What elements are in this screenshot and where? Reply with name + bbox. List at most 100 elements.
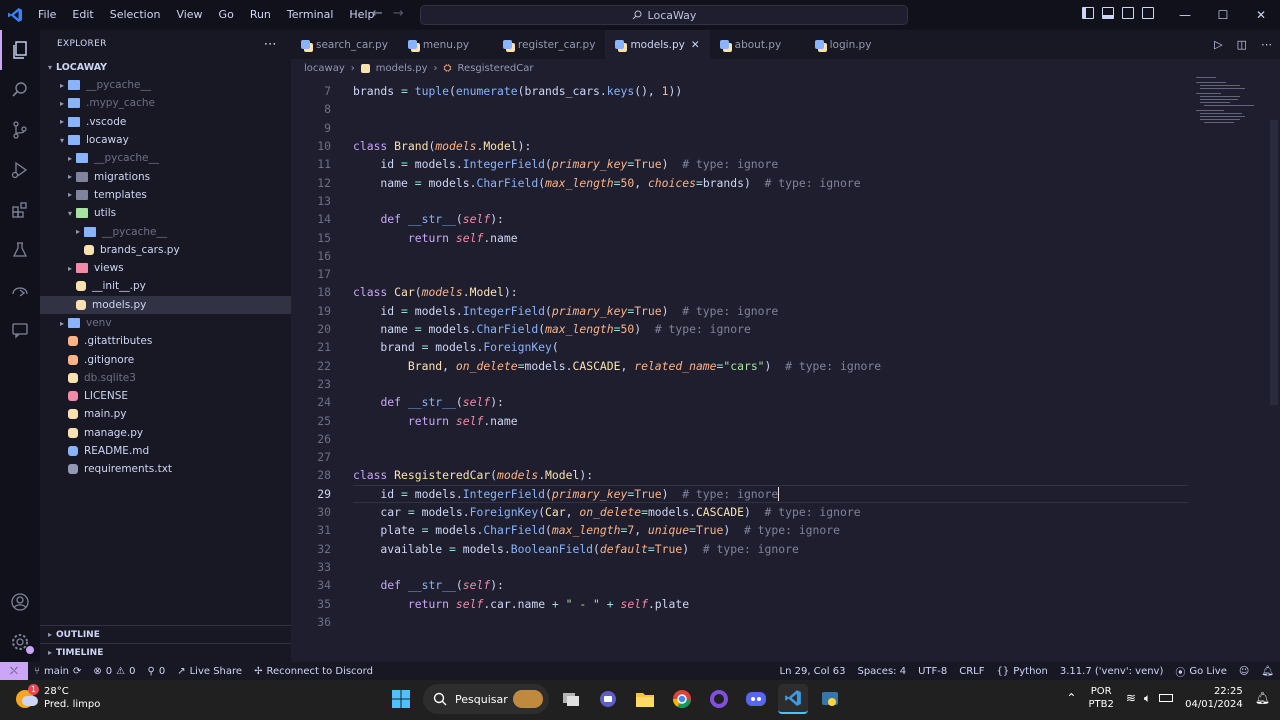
tree-item[interactable]: models.py xyxy=(40,295,291,314)
tree-item[interactable]: ▸ templates xyxy=(40,186,291,204)
code-line[interactable]: 7 brands = tuple(enumerate(brands_cars.ke… xyxy=(291,82,1191,100)
tab-search-car[interactable]: search_car.py xyxy=(291,30,398,59)
code-line[interactable]: 22 Brand, on_delete=models.CASCADE, rela… xyxy=(291,357,1191,375)
code-line[interactable]: 19 id = models.IntegerField(primary_key=… xyxy=(291,302,1191,320)
close-tab-icon[interactable]: ✕ xyxy=(691,39,700,51)
tree-item[interactable]: manage.py xyxy=(40,424,291,442)
code-line[interactable]: 14 def __str__(self): xyxy=(291,210,1191,228)
cursor-position[interactable]: Ln 29, Col 63 xyxy=(774,666,852,677)
testing-flask-icon[interactable] xyxy=(0,230,40,270)
code-line[interactable]: 18 class Car(models.Model): xyxy=(291,283,1191,301)
toggle-primary-sidebar-icon[interactable] xyxy=(1082,7,1094,19)
tree-item[interactable]: __init__.py xyxy=(40,277,291,295)
language-mode[interactable]: {} Python xyxy=(990,666,1053,677)
chat-app-icon[interactable] xyxy=(593,684,623,714)
branch-status[interactable]: ⑂ main ⟳ xyxy=(28,666,87,677)
extensions-icon[interactable] xyxy=(0,190,40,230)
menu-go[interactable]: Go xyxy=(211,0,242,30)
tree-item[interactable]: LICENSE xyxy=(40,387,291,405)
timeline-section[interactable]: ▸ TIMELINE xyxy=(40,643,291,661)
editor-scrollbar[interactable] xyxy=(1270,120,1278,405)
tray-overflow-icon[interactable]: ⌃ xyxy=(1066,691,1076,705)
notification-center-icon[interactable]: 🔔︎ xyxy=(1255,691,1270,705)
menu-view[interactable]: View xyxy=(168,0,210,30)
code-line[interactable]: 31 plate = models.CharField(max_length=7… xyxy=(291,521,1191,539)
customize-layout-icon[interactable] xyxy=(1142,7,1154,19)
more-actions-icon[interactable]: ⋯ xyxy=(264,37,277,52)
toggle-secondary-sidebar-icon[interactable] xyxy=(1122,7,1134,19)
code-line[interactable]: 24 def __str__(self): xyxy=(291,393,1191,411)
tab-about[interactable]: about.py xyxy=(710,30,805,59)
clock[interactable]: 22:25 04/01/2024 xyxy=(1185,685,1243,711)
accounts-icon[interactable] xyxy=(0,582,40,622)
tree-item[interactable]: ▸ venv xyxy=(40,314,291,332)
back-arrow-icon[interactable]: ← xyxy=(372,6,383,21)
indentation[interactable]: Spaces: 4 xyxy=(851,666,912,677)
tree-item[interactable]: ▸ __pycache__ xyxy=(40,222,291,240)
tree-item[interactable]: ▸ migrations xyxy=(40,167,291,185)
split-editor-icon[interactable]: ◫ xyxy=(1237,38,1247,51)
tree-item[interactable]: ▾ locaway xyxy=(40,131,291,149)
code-line[interactable]: 26 xyxy=(291,430,1191,448)
discord-icon[interactable] xyxy=(741,684,771,714)
code-line[interactable]: 16 xyxy=(291,247,1191,265)
end-of-line[interactable]: CRLF xyxy=(953,666,990,677)
python-app-icon[interactable] xyxy=(815,684,845,714)
code-line[interactable]: 33 xyxy=(291,558,1191,576)
minimap[interactable] xyxy=(1190,60,1270,130)
tree-item[interactable]: ▸ views xyxy=(40,259,291,277)
maximize-icon[interactable]: ☐ xyxy=(1204,0,1242,30)
tree-item[interactable]: README.md xyxy=(40,442,291,460)
menu-edit[interactable]: Edit xyxy=(64,0,101,30)
code-line[interactable]: 12 name = models.CharField(max_length=50… xyxy=(291,174,1191,192)
chrome-icon[interactable] xyxy=(667,684,697,714)
code-line[interactable]: 8 xyxy=(291,100,1191,118)
notifications-bell-icon[interactable]: 🔔︎ xyxy=(1255,666,1280,677)
quick-settings[interactable]: ≋ 🔈︎ xyxy=(1126,691,1174,706)
python-interpreter[interactable]: 3.11.7 ('venv': venv) xyxy=(1054,666,1170,677)
tree-item[interactable]: db.sqlite3 xyxy=(40,369,291,387)
code-line[interactable]: 36 xyxy=(291,613,1191,631)
vscode-taskbar-icon[interactable] xyxy=(778,684,808,714)
code-line[interactable]: 10 class Brand(models.Model): xyxy=(291,137,1191,155)
live-share-chat-icon[interactable] xyxy=(0,310,40,350)
minimize-icon[interactable]: — xyxy=(1166,0,1204,30)
code-line[interactable]: 21 brand = models.ForeignKey( xyxy=(291,338,1191,356)
tree-item[interactable]: ▸ __pycache__ xyxy=(40,149,291,167)
code-line[interactable]: 13 xyxy=(291,192,1191,210)
ports-status[interactable]: ⚲ 0 xyxy=(142,666,172,677)
problems-status[interactable]: ⊗ 0 ⚠ 0 xyxy=(87,666,141,677)
code-line[interactable]: 17 xyxy=(291,265,1191,283)
breadcrumb-file[interactable]: models.py xyxy=(376,63,428,74)
github-desktop-icon[interactable] xyxy=(704,684,734,714)
windows-start-icon[interactable] xyxy=(386,684,416,714)
copilot-icon[interactable]: ☺ xyxy=(1233,666,1255,677)
code-editor[interactable]: 7 brands = tuple(enumerate(brands_cars.ke… xyxy=(291,82,1271,642)
live-share-status[interactable]: ↗ Live Share xyxy=(171,666,248,677)
code-line[interactable]: 27 xyxy=(291,448,1191,466)
command-center-search[interactable]: LocaWay xyxy=(420,5,908,25)
tree-item[interactable]: .gitattributes xyxy=(40,332,291,350)
code-line[interactable]: 23 xyxy=(291,375,1191,393)
breadcrumb-folder[interactable]: locaway xyxy=(304,63,345,74)
code-line[interactable]: 30 car = models.ForeignKey(Car, on_delet… xyxy=(291,503,1191,521)
search-icon[interactable] xyxy=(0,70,40,110)
remote-indicator-icon[interactable]: ⤬ xyxy=(0,662,28,680)
tree-item[interactable]: requirements.txt xyxy=(40,460,291,478)
tree-item[interactable]: ▸ .vscode xyxy=(40,113,291,131)
close-window-icon[interactable]: ✕ xyxy=(1242,0,1280,30)
tree-item[interactable]: ▾ utils xyxy=(40,204,291,222)
explorer-icon[interactable] xyxy=(0,30,40,70)
remote-explorer-icon[interactable] xyxy=(0,270,40,310)
input-language[interactable]: POR PTB2 xyxy=(1088,685,1113,711)
tree-item[interactable]: ▸ .mypy_cache xyxy=(40,94,291,112)
tab-models[interactable]: models.py ✕ xyxy=(605,30,710,59)
go-live[interactable]: ⦿ Go Live xyxy=(1169,664,1232,679)
source-control-icon[interactable] xyxy=(0,110,40,150)
code-line[interactable]: 28 class ResgisteredCar(models.Model): xyxy=(291,466,1191,484)
menu-file[interactable]: File xyxy=(30,0,64,30)
taskbar-search[interactable]: Pesquisar xyxy=(423,684,549,714)
run-debug-icon[interactable] xyxy=(0,150,40,190)
discord-status[interactable]: ✢ Reconnect to Discord xyxy=(248,666,379,677)
code-line[interactable]: 9 xyxy=(291,119,1191,137)
